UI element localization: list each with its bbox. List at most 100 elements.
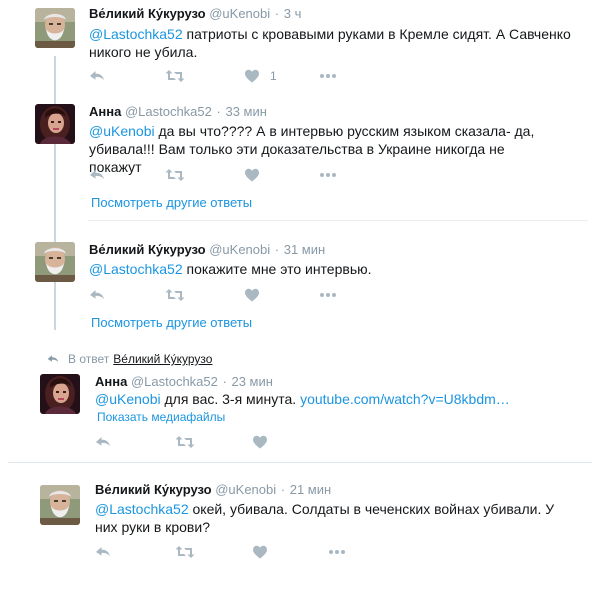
- username[interactable]: @uKenobi: [209, 242, 270, 257]
- show-more-replies-link[interactable]: Посмотреть другие ответы: [91, 315, 252, 330]
- heart-icon: [244, 167, 260, 183]
- avatar[interactable]: [40, 485, 80, 525]
- show-media-link[interactable]: Показать медиафайлы: [97, 410, 225, 424]
- tweet-header: Ве́ликий Ку́курузо @uKenobi · 3 ч: [89, 6, 301, 22]
- separator-dot: ·: [216, 104, 221, 119]
- retweet-icon: [165, 287, 185, 303]
- in-reply-target-link[interactable]: Ве́ликий Ку́курузо: [113, 352, 212, 366]
- fullname[interactable]: Анна: [89, 104, 121, 119]
- fullname[interactable]: Ве́ликий Ку́курузо: [89, 242, 206, 257]
- retweet-button[interactable]: [175, 542, 195, 562]
- retweet-icon: [175, 434, 195, 450]
- heart-icon: [244, 68, 260, 84]
- tweet-header: Анна @Lastochka52 · 23 мин: [95, 374, 273, 390]
- divider: [88, 220, 588, 221]
- more-dots-icon: [319, 172, 337, 178]
- retweet-button[interactable]: [175, 432, 195, 452]
- like-count: 1: [270, 69, 277, 83]
- tweet[interactable]: Анна @Lastochka52 · 33 мин @uKenobi да в…: [0, 98, 600, 220]
- reply-button[interactable]: [95, 432, 111, 452]
- more-dots-icon: [319, 292, 337, 298]
- mention-link[interactable]: @uKenobi: [95, 391, 161, 407]
- retweet-icon: [165, 68, 185, 84]
- fullname[interactable]: Ве́ликий Ку́курузо: [95, 482, 212, 497]
- avatar[interactable]: [35, 8, 75, 48]
- reply-icon: [89, 68, 105, 84]
- like-button[interactable]: 1: [244, 66, 277, 86]
- reply-button[interactable]: [95, 542, 111, 562]
- like-button[interactable]: [252, 432, 268, 452]
- timestamp[interactable]: 23 мин: [231, 374, 272, 389]
- more-button[interactable]: [328, 542, 346, 562]
- retweet-icon: [165, 167, 185, 183]
- timestamp[interactable]: 33 мин: [225, 104, 266, 119]
- separator-dot: ·: [274, 242, 280, 257]
- tweet-actions: 1: [89, 66, 349, 86]
- retweet-button[interactable]: [165, 66, 185, 86]
- avatar[interactable]: [35, 104, 75, 144]
- mention-link[interactable]: @Lastochka52: [95, 501, 189, 517]
- tweet-body: покажите мне это интервью.: [182, 261, 372, 277]
- in-reply-to: В ответ Ве́ликий Ку́курузо: [46, 352, 212, 366]
- tweet-actions: [95, 432, 355, 452]
- username[interactable]: @Lastochka52: [131, 374, 218, 389]
- separator-dot: ·: [274, 6, 280, 21]
- reply-button[interactable]: [89, 285, 105, 305]
- tweet-text: @Lastochka52 окей, убивала. Солдаты в че…: [95, 500, 570, 536]
- url-link[interactable]: youtube.com/watch?v=U8kbdm…: [300, 391, 510, 407]
- avatar[interactable]: [40, 374, 80, 414]
- timestamp[interactable]: 3 ч: [284, 6, 302, 21]
- separator-dot: ·: [280, 482, 286, 497]
- fullname[interactable]: Ве́ликий Ку́курузо: [89, 6, 206, 21]
- reply-icon: [95, 434, 111, 450]
- like-button[interactable]: [244, 285, 260, 305]
- mention-link[interactable]: @uKenobi: [89, 123, 155, 139]
- in-reply-label: В ответ: [68, 352, 110, 366]
- reply-icon: [89, 287, 105, 303]
- reply-icon: [95, 544, 111, 560]
- reply-arrow-icon: [46, 353, 60, 365]
- tweet-header: Анна @Lastochka52 · 33 мин: [89, 104, 267, 120]
- timestamp[interactable]: 31 мин: [284, 242, 325, 257]
- like-button[interactable]: [252, 542, 268, 562]
- more-button[interactable]: [319, 66, 337, 86]
- more-dots-icon: [319, 73, 337, 79]
- username[interactable]: @uKenobi: [209, 6, 270, 21]
- retweet-icon: [175, 544, 195, 560]
- fullname[interactable]: Анна: [95, 374, 127, 389]
- tweet-text: @Lastochka52 патриоты с кровавыми руками…: [89, 25, 579, 61]
- retweet-button[interactable]: [165, 165, 185, 185]
- tweet[interactable]: Ве́ликий Ку́курузо @uKenobi · 3 ч @Lasto…: [0, 0, 600, 96]
- tweet-text: @Lastochka52 покажите мне это интервью.: [89, 260, 579, 278]
- heart-icon: [252, 544, 268, 560]
- tweet-header: Ве́ликий Ку́курузо @uKenobi · 31 мин: [89, 242, 325, 258]
- reply-button[interactable]: [89, 165, 105, 185]
- tweet-body: для вас. 3-я минута.: [160, 391, 301, 407]
- timestamp[interactable]: 21 мин: [290, 482, 331, 497]
- tweet-actions: [89, 285, 349, 305]
- more-button[interactable]: [319, 165, 337, 185]
- more-dots-icon: [328, 549, 346, 555]
- separator-dot: ·: [222, 374, 227, 389]
- tweet-text: @uKenobi для вас. 3-я минута. youtube.co…: [95, 390, 595, 408]
- tweet-header: Ве́ликий Ку́курузо @uKenobi · 21 мин: [95, 482, 331, 498]
- more-button[interactable]: [319, 285, 337, 305]
- like-button[interactable]: [244, 165, 260, 185]
- mention-link[interactable]: @Lastochka52: [89, 261, 183, 277]
- tweet-actions: [95, 542, 355, 562]
- show-more-replies-link[interactable]: Посмотреть другие ответы: [91, 195, 252, 210]
- avatar[interactable]: [35, 242, 75, 282]
- username[interactable]: @uKenobi: [215, 482, 276, 497]
- heart-icon: [244, 287, 260, 303]
- tweet[interactable]: Ве́ликий Ку́курузо @uKenobi · 21 мин @La…: [0, 478, 600, 588]
- mention-link[interactable]: @Lastochka52: [89, 26, 183, 42]
- divider: [8, 462, 592, 463]
- tweet-actions: [89, 165, 349, 185]
- reply-button[interactable]: [89, 66, 105, 86]
- retweet-button[interactable]: [165, 285, 185, 305]
- tweet[interactable]: Анна @Lastochka52 · 23 мин @uKenobi для …: [0, 368, 600, 460]
- reply-icon: [89, 167, 105, 183]
- username[interactable]: @Lastochka52: [125, 104, 212, 119]
- heart-icon: [252, 434, 268, 450]
- tweet[interactable]: Ве́ликий Ку́курузо @uKenobi · 31 мин @La…: [0, 236, 600, 340]
